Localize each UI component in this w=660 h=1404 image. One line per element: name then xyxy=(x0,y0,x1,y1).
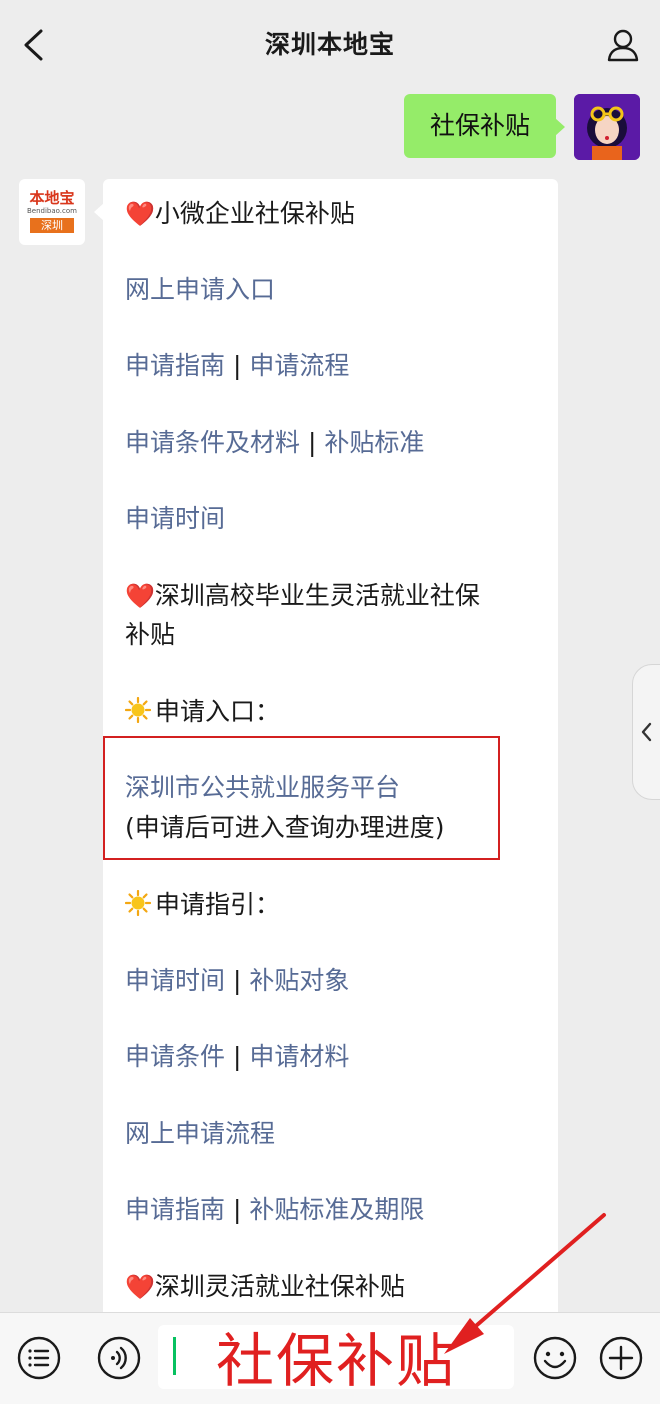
link-row-guide-process: 申请指南 | 申请流程 xyxy=(125,347,349,385)
link-conditions-2[interactable]: 申请条件 xyxy=(125,1042,225,1071)
separator: | xyxy=(232,1195,242,1224)
link-standard[interactable]: 补贴标准 xyxy=(324,428,424,457)
separator: | xyxy=(232,966,242,995)
link-conditions[interactable]: 申请条件及材料 xyxy=(125,428,300,457)
menu-button[interactable] xyxy=(16,1335,62,1381)
sun-icon xyxy=(125,697,151,723)
message-input-value: 社保补贴 xyxy=(216,1327,457,1395)
emoji-icon xyxy=(533,1336,577,1380)
outgoing-message-bubble[interactable]: 社保补贴 xyxy=(404,94,565,158)
link-row-conditions-materials: 申请条件 | 申请材料 xyxy=(125,1038,349,1076)
add-button[interactable] xyxy=(598,1335,644,1381)
link-process[interactable]: 申请流程 xyxy=(249,351,349,380)
bot-avatar[interactable]: 本地宝 Bendibao.com 深圳 xyxy=(19,179,85,245)
chat-header: 深圳本地宝 xyxy=(0,0,660,90)
link-targets[interactable]: 补贴对象 xyxy=(249,966,349,995)
voice-icon xyxy=(97,1336,141,1380)
link-row-conditions-standard: 申请条件及材料 | 补贴标准 xyxy=(125,424,424,462)
page-title: 深圳本地宝 xyxy=(264,30,395,59)
separator: | xyxy=(232,1042,242,1071)
sun-heading-apply-entry: 申请入口： xyxy=(125,693,280,731)
emoji-button[interactable] xyxy=(532,1335,578,1381)
link-standard-period[interactable]: 补贴标准及期限 xyxy=(249,1195,424,1224)
link-row-time-targets: 申请时间 | 补贴对象 xyxy=(125,962,349,1000)
separator: | xyxy=(232,351,242,380)
user-avatar[interactable] xyxy=(574,94,640,160)
separator: | xyxy=(307,428,317,457)
user-avatar-image xyxy=(574,94,640,160)
sun-icon xyxy=(125,890,151,916)
heart-icon: ❤️ xyxy=(125,582,155,610)
highlight-annotation-box xyxy=(103,736,500,860)
section-title-flexible: ❤️深圳灵活就业社保补贴 xyxy=(125,1272,405,1301)
link-online-process[interactable]: 网上申请流程 xyxy=(125,1119,275,1148)
bot-logo-text: 本地宝 xyxy=(29,189,75,207)
section-title-graduates: ❤️深圳高校毕业生灵活就业社保 xyxy=(125,581,480,610)
sun-heading-guide: 申请指引： xyxy=(125,886,280,924)
link-row-online-process: 网上申请流程 xyxy=(125,1115,275,1153)
side-panel-handle[interactable] xyxy=(632,664,660,800)
heart-icon: ❤️ xyxy=(125,1273,155,1301)
text-cursor xyxy=(173,1337,176,1375)
menu-list-icon xyxy=(17,1336,61,1380)
heart-icon: ❤️ xyxy=(125,200,155,228)
link-row-guide-standard-period: 申请指南 | 补贴标准及期限 xyxy=(125,1191,424,1229)
bot-logo-city-tag: 深圳 xyxy=(30,218,74,233)
section-title-small-business: ❤️小微企业社保补贴 xyxy=(125,199,355,228)
link-online-apply[interactable]: 网上申请入口 xyxy=(125,275,275,304)
profile-button[interactable] xyxy=(598,20,648,70)
voice-button[interactable] xyxy=(96,1335,142,1381)
link-guide-2[interactable]: 申请指南 xyxy=(125,1195,225,1224)
section-title-graduates-cont: 补贴 xyxy=(125,620,176,649)
plus-icon xyxy=(599,1336,643,1380)
link-guide[interactable]: 申请指南 xyxy=(125,351,225,380)
link-time[interactable]: 申请时间 xyxy=(125,504,225,533)
link-time-2[interactable]: 申请时间 xyxy=(125,966,225,995)
person-icon xyxy=(607,29,639,62)
link-row-online-apply: 网上申请入口 xyxy=(125,271,275,309)
link-row-time: 申请时间 xyxy=(125,500,225,538)
chevron-left-icon xyxy=(641,722,652,742)
bot-logo-domain: Bendibao.com xyxy=(26,207,77,215)
link-materials[interactable]: 申请材料 xyxy=(249,1042,349,1071)
